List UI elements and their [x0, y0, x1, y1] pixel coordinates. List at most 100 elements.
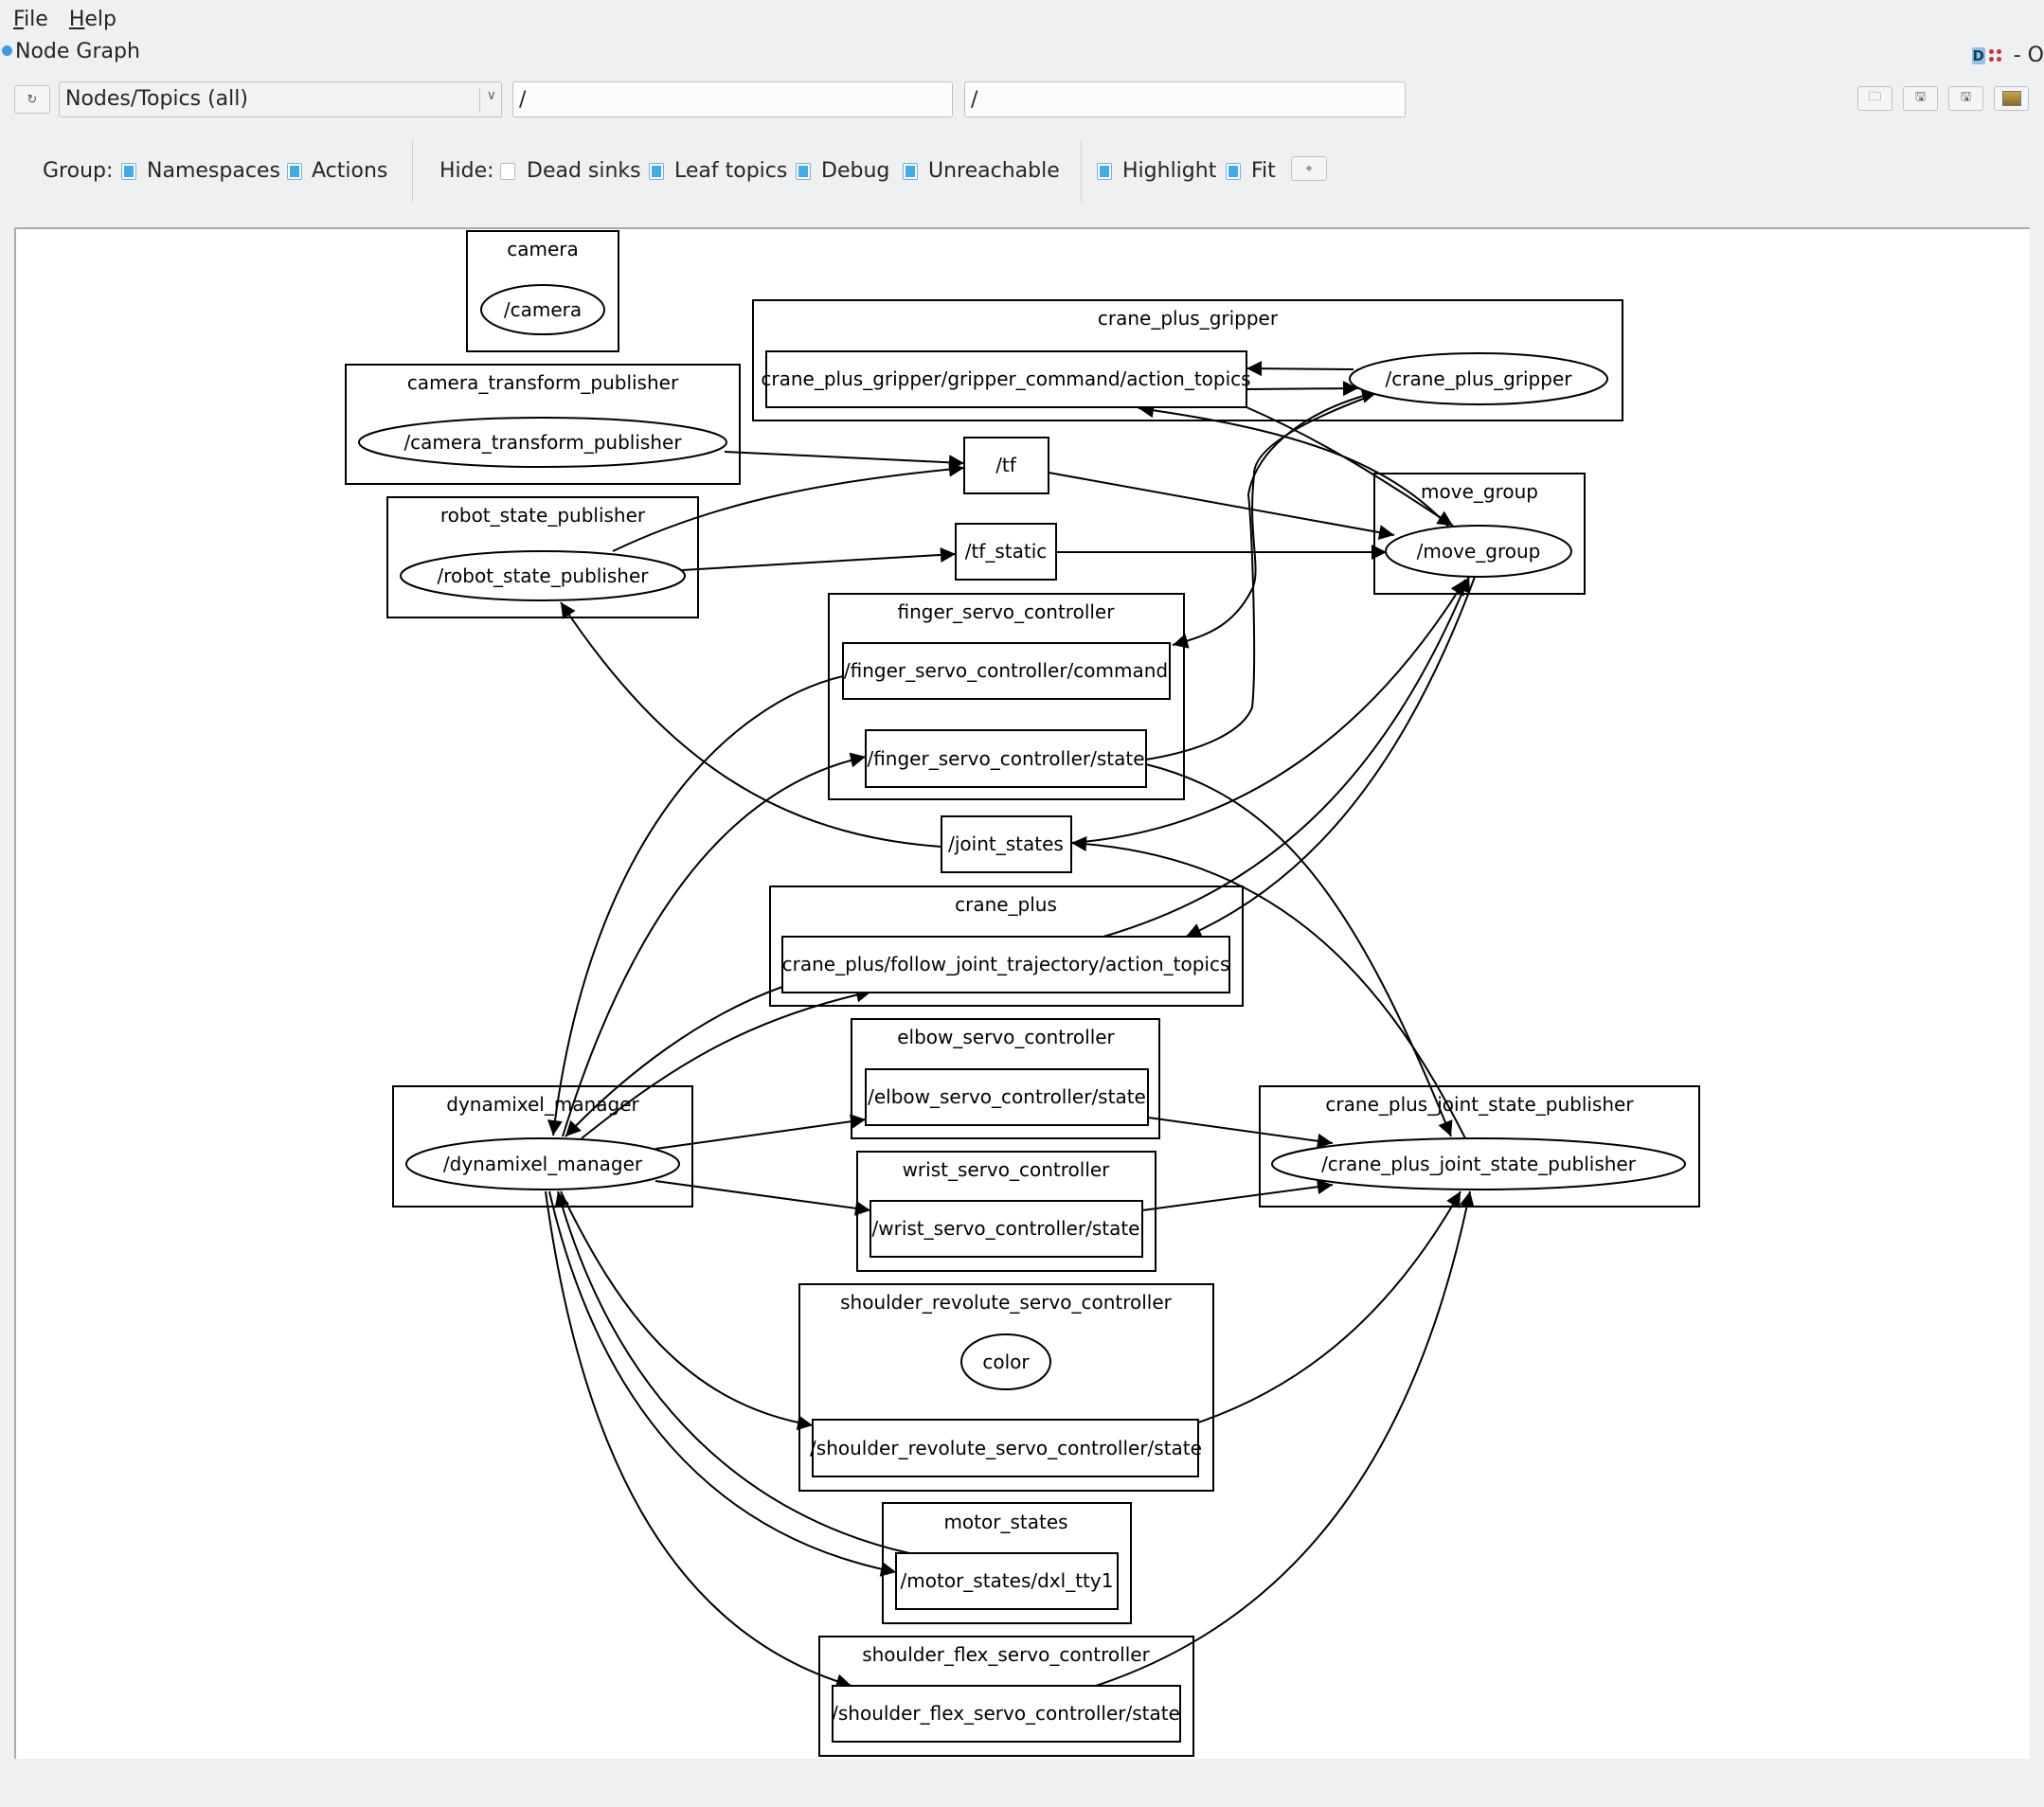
hide-label: Hide: — [439, 159, 494, 183]
cluster-label: crane_plus_gripper — [1098, 307, 1279, 330]
plugin-title-bar: Node Graph D - O — [0, 38, 2044, 67]
namespaces-checkbox[interactable] — [121, 163, 136, 180]
menu-help[interactable]: Help — [67, 8, 118, 31]
plugin-icon — [2, 45, 12, 56]
minimize-close-text[interactable]: - O — [2014, 44, 2044, 67]
highlight-checkbox[interactable] — [1097, 163, 1112, 180]
dock-icon[interactable]: D — [1971, 46, 1985, 64]
load-dot-button[interactable]: 🗀 — [1857, 86, 1892, 111]
actions-label[interactable]: Actions — [312, 159, 387, 183]
edge[interactable] — [724, 451, 965, 471]
edge[interactable] — [545, 1190, 852, 1690]
edge[interactable] — [1246, 361, 1354, 377]
cluster-label: shoulder_revolute_servo_controller — [840, 1291, 1173, 1314]
namespaces-label[interactable]: Namespaces — [147, 159, 280, 183]
edge[interactable] — [654, 1114, 867, 1150]
save-svg-icon: 🖫 — [1960, 90, 1972, 104]
leaf-topics-label[interactable]: Leaf topics — [674, 159, 787, 183]
unreachable-label[interactable]: Unreachable — [928, 159, 1060, 183]
leaf-topics-checkbox[interactable] — [649, 163, 664, 180]
fit-view-icon: ⌖ — [1305, 161, 1313, 176]
refresh-icon: ↻ — [27, 92, 38, 107]
cluster-label: motor_states — [943, 1511, 1067, 1533]
edge[interactable] — [612, 461, 965, 552]
edge[interactable] — [1048, 472, 1395, 541]
edge[interactable] — [1145, 388, 1378, 760]
cluster-label: crane_plus — [955, 893, 1057, 916]
node-label: /dynamixel_manager — [443, 1153, 643, 1175]
cluster-label: crane_plus_joint_state_publisher — [1325, 1093, 1634, 1116]
edge[interactable] — [1147, 1117, 1334, 1149]
node-label: /crane_plus_joint_state_publisher — [1321, 1153, 1637, 1175]
highlight-label[interactable]: Highlight — [1122, 159, 1216, 183]
edge[interactable] — [681, 546, 957, 571]
plugin-title: Node Graph — [15, 40, 140, 63]
node-filter-input[interactable] — [512, 81, 953, 117]
graph-svg: camera camera_transform_publisher robot_… — [345, 230, 1700, 1757]
separator — [1081, 140, 1082, 203]
group-label: Group: — [43, 159, 114, 183]
refresh-button[interactable]: ↻ — [14, 85, 50, 114]
fit-checkbox[interactable] — [1226, 163, 1241, 180]
title-right-controls: D - O — [1971, 44, 2044, 67]
menu-file[interactable]: File — [11, 8, 50, 31]
edge[interactable] — [560, 1190, 814, 1431]
edge[interactable] — [548, 1190, 897, 1577]
topic-label: /joint_states — [948, 832, 1064, 855]
node-label: /camera_transform_publisher — [403, 431, 682, 454]
topic-label: /shoulder_revolute_servo_controller/stat… — [810, 1437, 1202, 1459]
unreachable-checkbox[interactable] — [903, 163, 918, 180]
edge[interactable] — [1172, 394, 1374, 649]
debug-checkbox[interactable] — [796, 163, 811, 180]
open-icon: 🗀 — [1868, 90, 1881, 104]
actions-checkbox[interactable] — [287, 163, 302, 180]
save-dot-icon: 🖫 — [1914, 90, 1927, 104]
cluster-label: wrist_servo_controller — [903, 1158, 1111, 1181]
cluster-label: camera — [507, 238, 579, 260]
dead-sinks-label[interactable]: Dead sinks — [527, 159, 641, 183]
topic-label: /tf_static — [965, 540, 1048, 563]
node-label: color — [982, 1351, 1030, 1373]
dead-sinks-checkbox[interactable] — [500, 163, 515, 180]
edge[interactable] — [1138, 403, 1450, 528]
chevron-down-icon: ∨ — [486, 88, 496, 103]
node-label: /move_group — [1417, 540, 1541, 563]
graph-canvas[interactable]: camera camera_transform_publisher robot_… — [14, 227, 2030, 1759]
help-dots-icon[interactable] — [1988, 48, 2002, 63]
topic-label: /wrist_servo_controller/state — [872, 1217, 1140, 1240]
fit-label[interactable]: Fit — [1251, 159, 1276, 183]
menu-bar: File Help — [0, 0, 124, 38]
edge[interactable] — [1246, 381, 1359, 397]
edge[interactable] — [581, 987, 872, 1139]
cluster-label: finger_servo_controller — [898, 600, 1116, 623]
fit-view-button[interactable]: ⌖ — [1291, 156, 1327, 181]
topic-label: /finger_servo_controller/state — [867, 747, 1144, 770]
separator — [412, 140, 413, 203]
cluster-label: shoulder_flex_servo_controller — [862, 1643, 1150, 1666]
cluster-label: robot_state_publisher — [440, 504, 646, 527]
save-svg-button[interactable]: 🖫 — [1948, 86, 1983, 111]
topic-label: crane_plus/follow_joint_trajectory/actio… — [782, 953, 1230, 975]
topic-label: /elbow_servo_controller/state — [868, 1085, 1146, 1108]
edge[interactable] — [1246, 406, 1454, 527]
topic-filter-input[interactable] — [964, 81, 1406, 117]
node-label: /crane_plus_gripper — [1386, 367, 1573, 390]
edge[interactable] — [560, 601, 942, 848]
topic-label: /shoulder_flex_servo_controller/state — [832, 1702, 1180, 1725]
toolbar: ↻ Nodes/Topics (all) ∨ 🗀 🖫 🖫 — [0, 80, 2044, 119]
save-image-icon — [2001, 91, 2021, 106]
save-image-button[interactable] — [1994, 86, 2029, 111]
graph-type-value: Nodes/Topics (all) — [65, 87, 248, 111]
edge[interactable] — [547, 675, 844, 1136]
options-row: Group: Namespaces Actions Hide: Dead sin… — [0, 140, 2044, 203]
edge[interactable] — [1197, 1190, 1461, 1423]
cluster-label: move_group — [1421, 480, 1538, 503]
save-dot-button[interactable]: 🖫 — [1903, 86, 1938, 111]
cluster-label: dynamixel_manager — [446, 1093, 639, 1116]
node-label: /robot_state_publisher — [438, 564, 650, 587]
graph-type-select[interactable]: Nodes/Topics (all) ∨ — [59, 81, 502, 117]
debug-label[interactable]: Debug — [821, 159, 889, 183]
cluster-label: camera_transform_publisher — [407, 371, 679, 394]
topic-label: /motor_states/dxl_tty1 — [901, 1569, 1114, 1592]
edge[interactable] — [1070, 579, 1466, 844]
